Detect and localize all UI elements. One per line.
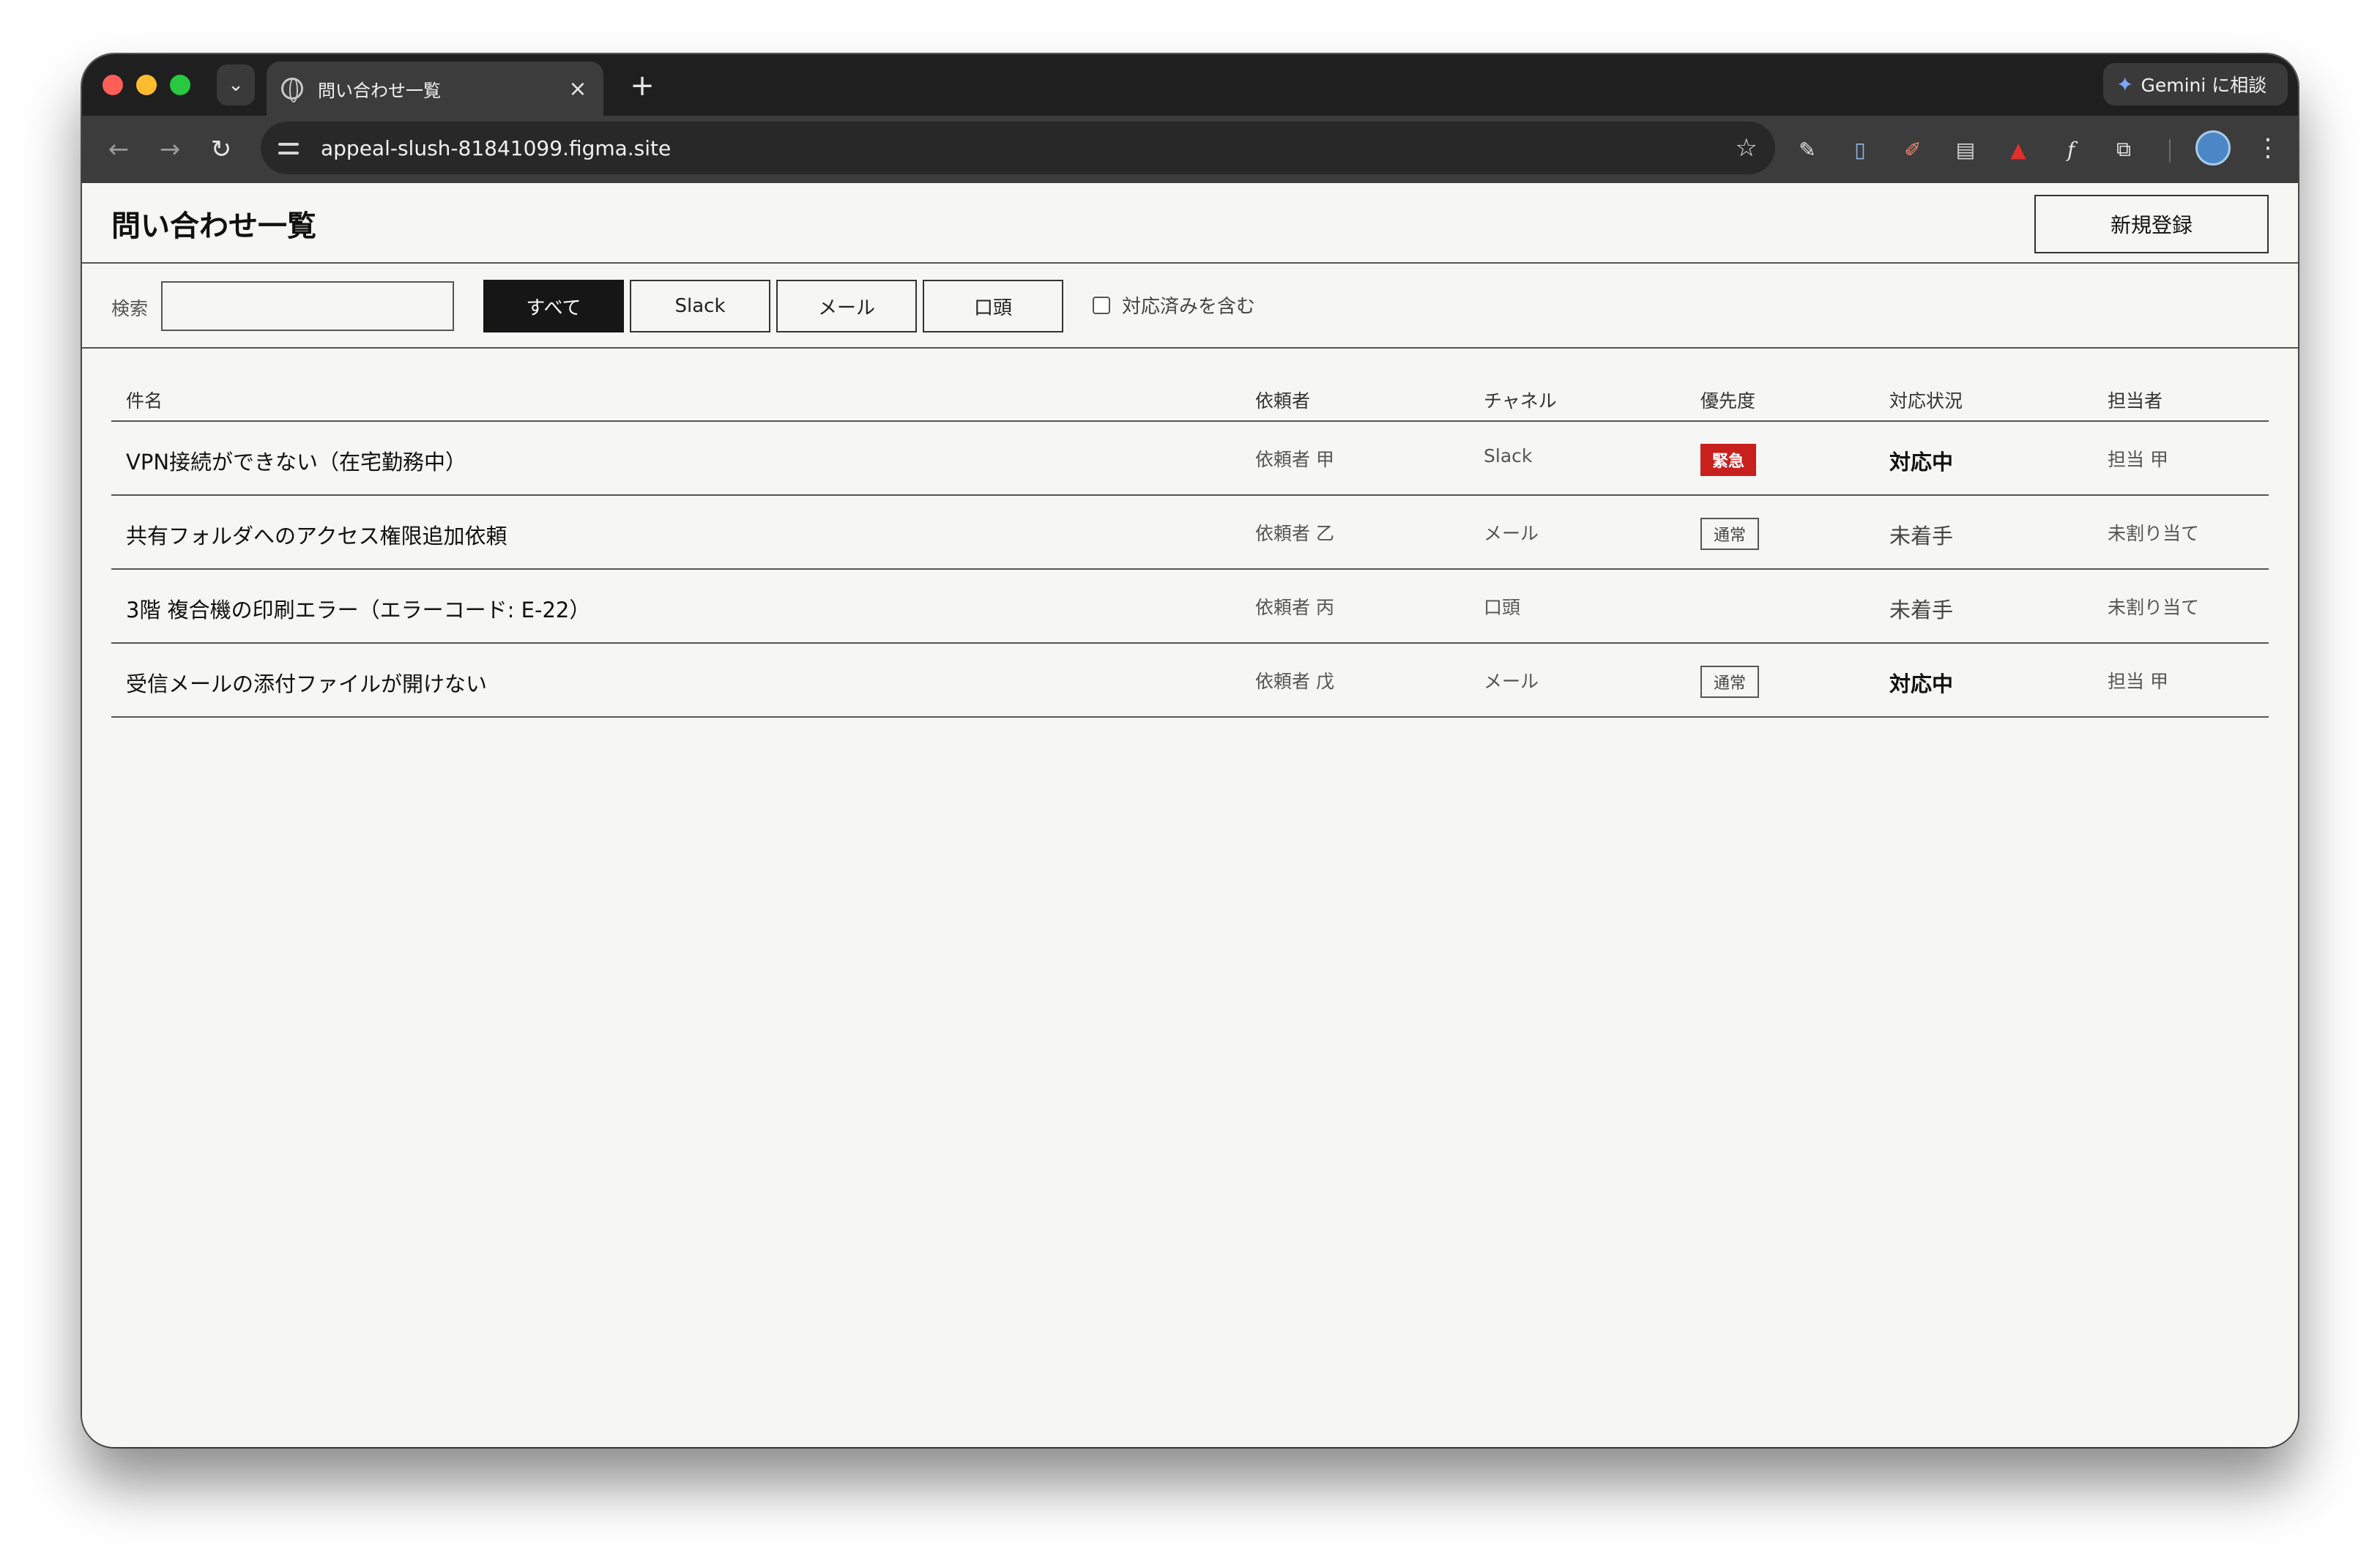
row-subject[interactable]: 3階 複合機の印刷エラー（エラーコード: E-22） <box>126 593 590 624</box>
inquiry-table: 件名 依頼者 チャネル 優先度 対応状況 担当者 VPN接続ができない（在宅勤務… <box>111 349 2269 718</box>
include-done-checkbox[interactable] <box>1093 296 1110 314</box>
row-subject[interactable]: 受信メールの添付ファイルが開けない <box>126 667 487 698</box>
priority-badge-urgent: 緊急 <box>1700 444 1757 476</box>
page-title: 問い合わせ一覧 <box>111 209 316 243</box>
priority-badge-normal: 通常 <box>1700 666 1760 698</box>
row-channel: メール <box>1484 671 1539 692</box>
reload-icon[interactable]: ↻ <box>204 132 239 167</box>
tab-bar: ⌄ 問い合わせ一覧 × + ✦ Gemini に相談 <box>82 54 2298 116</box>
row-channel: 口頭 <box>1484 597 1521 618</box>
column-header-priority[interactable]: 優先度 <box>1700 387 1755 413</box>
row-subject[interactable]: VPN接続ができない（在宅勤務中） <box>126 445 466 476</box>
printer-extension-icon[interactable]: ▤ <box>1949 133 1982 166</box>
tab-title: 問い合わせ一覧 <box>318 80 441 101</box>
row-requester: 依頼者 丙 <box>1255 597 1334 618</box>
gemini-label: Gemini に相談 <box>2141 75 2267 96</box>
filter-channel-slack[interactable]: Slack <box>630 280 770 332</box>
column-header-status[interactable]: 対応状況 <box>1889 387 1963 413</box>
new-tab-button[interactable]: + <box>624 67 661 104</box>
browser-toolbar: ← → ↻ appeal-slush-81841099.figma.site ☆… <box>82 116 2298 183</box>
row-channel: Slack <box>1484 445 1533 466</box>
row-status: 未着手 <box>1889 524 1954 549</box>
puzzle-extension-icon[interactable]: ⧉ <box>2108 133 2140 166</box>
back-arrow-icon[interactable]: ← <box>101 132 136 167</box>
row-assignee: 担当 甲 <box>2108 449 2168 470</box>
row-channel: メール <box>1484 523 1539 544</box>
profile-avatar[interactable] <box>2195 130 2231 166</box>
row-requester: 依頼者 甲 <box>1255 449 1334 470</box>
table-row[interactable]: 共有フォルダへのアクセス権限追加依頼 依頼者 乙 メール 通常 未着手 未割り当… <box>111 496 2269 570</box>
column-header-channel[interactable]: チャネル <box>1484 387 1557 413</box>
kebab-menu-icon[interactable]: ⋮ <box>2256 130 2280 166</box>
filter-bar: 検索 すべて Slack メール 口頭 対応済みを含む <box>82 265 2298 349</box>
row-assignee: 未割り当て <box>2108 523 2200 544</box>
globe-icon <box>281 78 303 103</box>
maximize-window-button[interactable] <box>170 75 190 95</box>
filter-channel-verbal[interactable]: 口頭 <box>923 280 1063 332</box>
column-header-requester[interactable]: 依頼者 <box>1255 387 1310 413</box>
column-header-assignee[interactable]: 担当者 <box>2108 387 2163 413</box>
search-label: 検索 <box>111 298 149 319</box>
address-bar[interactable]: appeal-slush-81841099.figma.site ☆ <box>261 122 1775 174</box>
filter-channel-all[interactable]: すべて <box>483 280 624 332</box>
row-status: 未着手 <box>1889 598 1954 622</box>
filter-channel-mail[interactable]: メール <box>776 280 917 332</box>
pen-extension-icon[interactable]: ✐ <box>1897 133 1929 166</box>
browser-tab[interactable]: 問い合わせ一覧 × <box>267 62 603 116</box>
page-header: 問い合わせ一覧 新規登録 <box>82 183 2298 264</box>
formula-extension-icon[interactable]: f <box>2055 133 2087 166</box>
toolbar-divider <box>2169 139 2171 163</box>
gemini-spark-icon: ✦ <box>2116 72 2134 97</box>
row-requester: 依頼者 戊 <box>1255 671 1334 692</box>
minimize-window-button[interactable] <box>136 75 157 95</box>
url-text[interactable]: appeal-slush-81841099.figma.site <box>321 136 1736 160</box>
table-row[interactable]: 受信メールの添付ファイルが開けない 依頼者 戊 メール 通常 対応中 担当 甲 <box>111 644 2269 718</box>
tab-search-chevron-down-icon[interactable]: ⌄ <box>217 64 255 105</box>
priority-badge-normal: 通常 <box>1700 518 1760 550</box>
include-done-label: 対応済みを含む <box>1122 296 1256 318</box>
row-status: 対応中 <box>1889 672 1954 696</box>
tab-close-icon[interactable]: × <box>567 76 589 102</box>
row-subject[interactable]: 共有フォルダへのアクセス権限追加依頼 <box>126 519 507 550</box>
table-row[interactable]: 3階 複合機の印刷エラー（エラーコード: E-22） 依頼者 丙 口頭 未着手 … <box>111 570 2269 644</box>
table-row[interactable]: VPN接続ができない（在宅勤務中） 依頼者 甲 Slack 緊急 対応中 担当 … <box>111 422 2269 496</box>
row-requester: 依頼者 乙 <box>1255 523 1334 544</box>
table-header: 件名 依頼者 チャネル 優先度 対応状況 担当者 <box>111 349 2269 422</box>
close-window-button[interactable] <box>103 75 123 95</box>
star-icon[interactable]: ☆ <box>1736 133 1758 163</box>
row-assignee: 未割り当て <box>2108 597 2200 618</box>
forward-arrow-icon[interactable]: → <box>152 132 187 167</box>
pdf-extension-icon[interactable]: ▲ <box>2002 133 2034 166</box>
column-header-subject[interactable]: 件名 <box>126 387 163 413</box>
include-done-toggle[interactable]: 対応済みを含む <box>1093 291 1255 319</box>
search-input[interactable] <box>161 281 454 331</box>
browser-window: ⌄ 問い合わせ一覧 × + ✦ Gemini に相談 ← → ↻ appeal-… <box>82 54 2298 1447</box>
site-settings-icon[interactable] <box>278 137 305 159</box>
eyedropper-icon[interactable]: ✎ <box>1791 133 1823 166</box>
row-assignee: 担当 甲 <box>2108 671 2168 692</box>
phone-extension-icon[interactable]: ▯ <box>1844 133 1876 166</box>
page-content: 問い合わせ一覧 新規登録 検索 すべて Slack メール 口頭 対応済みを含む… <box>82 183 2298 1447</box>
new-registration-button[interactable]: 新規登録 <box>2034 195 2269 253</box>
row-status: 対応中 <box>1889 450 1954 475</box>
gemini-button[interactable]: ✦ Gemini に相談 <box>2103 63 2288 105</box>
